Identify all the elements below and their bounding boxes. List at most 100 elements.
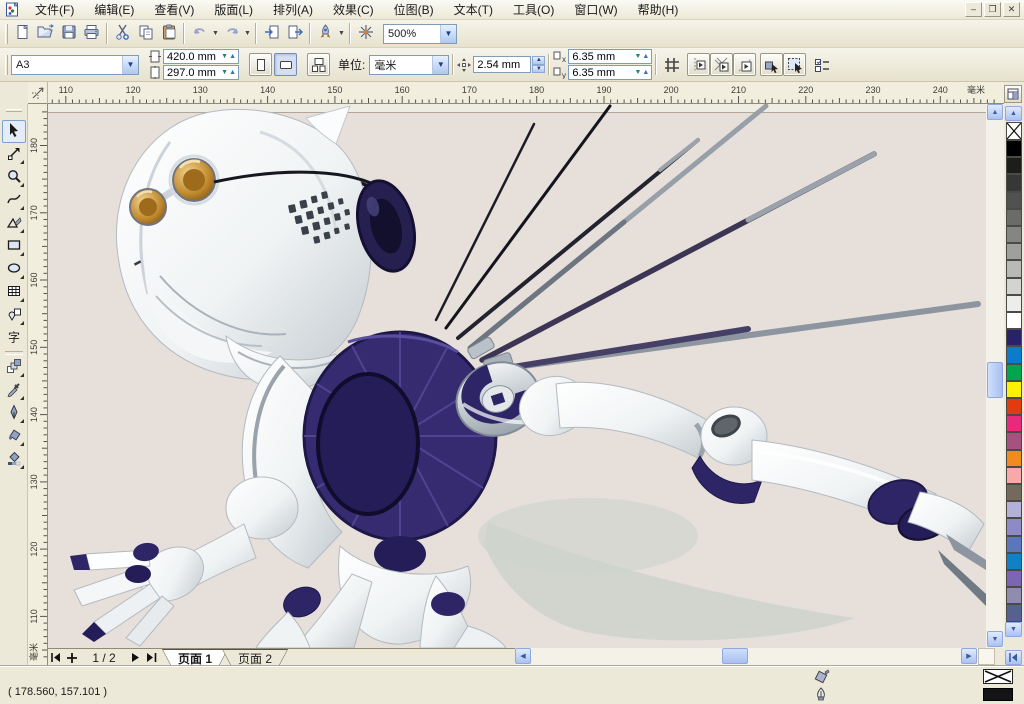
undo-button[interactable] bbox=[188, 22, 211, 45]
marquee-select-button[interactable] bbox=[783, 53, 806, 76]
snap-to-guidelines-button[interactable] bbox=[687, 53, 710, 76]
toolbox-grip[interactable] bbox=[6, 109, 22, 112]
menu-item-6[interactable]: 位图(B) bbox=[384, 0, 444, 21]
next-page-button[interactable] bbox=[128, 650, 144, 665]
palette-expand-button[interactable] bbox=[1005, 650, 1022, 665]
treat-as-filled-button[interactable] bbox=[760, 53, 783, 76]
eyedropper-tool[interactable] bbox=[2, 379, 26, 402]
propbar-grip[interactable] bbox=[5, 55, 8, 75]
duplicate-x-input[interactable] bbox=[569, 51, 632, 63]
color-swatch-f28a1e[interactable] bbox=[1006, 450, 1022, 467]
snap-to-objects-button[interactable] bbox=[710, 53, 733, 76]
duplicate-x-field[interactable]: ▼▲ bbox=[568, 49, 652, 64]
duplicate-y-field[interactable]: ▼▲ bbox=[568, 65, 652, 80]
print-button[interactable] bbox=[80, 22, 103, 45]
color-swatch-9f9f9d[interactable] bbox=[1006, 243, 1022, 260]
zoom-level-combo[interactable]: 500% ▼ bbox=[383, 24, 457, 44]
chevron-down-icon[interactable]: ▼ bbox=[440, 25, 456, 43]
redo-dropdown[interactable]: ▼ bbox=[243, 22, 252, 45]
menu-item-8[interactable]: 工具(O) bbox=[503, 0, 564, 21]
portrait-button[interactable] bbox=[249, 53, 272, 76]
paper-width-input[interactable] bbox=[164, 51, 219, 63]
open-document-button[interactable] bbox=[34, 22, 57, 45]
snap-to-dynamic-guides-button[interactable] bbox=[733, 53, 756, 76]
color-swatch-8d8ac6[interactable] bbox=[1006, 518, 1022, 535]
palette-scroll-down-button[interactable]: ▼ bbox=[1005, 622, 1022, 637]
undo-dropdown[interactable]: ▼ bbox=[211, 22, 220, 45]
nudge-offset-field[interactable] bbox=[473, 56, 531, 73]
scroll-down-button[interactable]: ▼ bbox=[987, 631, 1003, 647]
vertical-scrollbar[interactable]: ▲ ▼ bbox=[986, 104, 1004, 648]
minimize-button[interactable]: – bbox=[965, 2, 982, 17]
menu-item-4[interactable]: 排列(A) bbox=[263, 0, 323, 21]
color-swatch-7a66b4[interactable] bbox=[1006, 570, 1022, 587]
smart-drawing-tool[interactable] bbox=[2, 212, 26, 235]
color-swatch-858583[interactable] bbox=[1006, 226, 1022, 243]
duplicate-y-input[interactable] bbox=[569, 67, 632, 79]
color-swatch-29226b[interactable] bbox=[1006, 329, 1022, 346]
chevron-down-icon[interactable]: ▼ bbox=[432, 56, 448, 74]
units-combo[interactable]: 毫米 ▼ bbox=[369, 55, 449, 75]
new-document-button[interactable] bbox=[11, 22, 34, 45]
color-swatch-d3d3d1[interactable] bbox=[1006, 278, 1022, 295]
shape-tool[interactable] bbox=[2, 143, 26, 166]
paper-width-field[interactable]: ▼▲ bbox=[163, 49, 239, 64]
horizontal-scrollbar[interactable]: ◀ ▶ bbox=[515, 648, 978, 665]
color-swatch-75685c[interactable] bbox=[1006, 484, 1022, 501]
text-tool[interactable]: 字 bbox=[2, 327, 26, 350]
apply-to-all-pages-button[interactable] bbox=[307, 53, 330, 76]
outline-pen-tool[interactable] bbox=[2, 402, 26, 425]
paper-height-field[interactable]: ▼▲ bbox=[163, 65, 239, 80]
color-swatch-373735[interactable] bbox=[1006, 174, 1022, 191]
palette-scroll-up-button[interactable]: ▲ bbox=[1005, 106, 1022, 121]
spinner-arrows-icon[interactable]: ▼▲ bbox=[632, 69, 651, 76]
color-swatch-f8a8a8[interactable] bbox=[1006, 467, 1022, 484]
palette-menu-button[interactable] bbox=[1004, 85, 1022, 103]
copy-button[interactable] bbox=[134, 22, 157, 45]
menu-item-10[interactable]: 帮助(H) bbox=[628, 0, 689, 21]
freehand-tool[interactable] bbox=[2, 189, 26, 212]
menu-item-0[interactable]: 文件(F) bbox=[25, 0, 84, 21]
first-page-button[interactable] bbox=[48, 650, 64, 665]
menu-item-5[interactable]: 效果(C) bbox=[323, 0, 384, 21]
menu-item-2[interactable]: 查看(V) bbox=[144, 0, 204, 21]
nudge-offset-input[interactable] bbox=[474, 59, 530, 71]
pick-tool[interactable] bbox=[2, 120, 26, 143]
color-swatch-1180c4[interactable] bbox=[1006, 553, 1022, 570]
scroll-up-button[interactable]: ▲ bbox=[987, 104, 1003, 120]
zoom-tool[interactable] bbox=[2, 166, 26, 189]
paper-height-input[interactable] bbox=[164, 67, 219, 79]
horizontal-scroll-thumb[interactable] bbox=[722, 648, 748, 664]
interactive-blend-tool[interactable] bbox=[2, 356, 26, 379]
ruler-origin-button[interactable] bbox=[28, 82, 48, 104]
cut-button[interactable] bbox=[111, 22, 134, 45]
last-page-button[interactable] bbox=[144, 650, 160, 665]
toolbar-grip[interactable] bbox=[5, 24, 8, 44]
fill-tool[interactable] bbox=[2, 425, 26, 448]
menu-item-3[interactable]: 版面(L) bbox=[204, 0, 263, 21]
color-swatch-000000[interactable] bbox=[1006, 140, 1022, 157]
color-swatch-e92a7b[interactable] bbox=[1006, 415, 1022, 432]
menu-item-1[interactable]: 编辑(E) bbox=[84, 0, 144, 21]
no-fill-swatch[interactable] bbox=[1006, 122, 1022, 140]
paper-size-combo[interactable]: A3 ▼ bbox=[11, 55, 139, 75]
interactive-fill-tool[interactable] bbox=[2, 448, 26, 471]
scroll-left-button[interactable]: ◀ bbox=[515, 648, 531, 664]
snap-to-grid-button[interactable] bbox=[660, 53, 683, 76]
chevron-down-icon[interactable]: ▼ bbox=[122, 56, 138, 74]
spinner-arrows-icon[interactable]: ▼▲ bbox=[219, 69, 238, 76]
color-swatch-e23b0d[interactable] bbox=[1006, 398, 1022, 415]
color-swatch-ffffff[interactable] bbox=[1006, 312, 1022, 329]
color-swatch-6b6b69[interactable] bbox=[1006, 209, 1022, 226]
rectangle-tool[interactable] bbox=[2, 235, 26, 258]
color-swatch-b5b0da[interactable] bbox=[1006, 501, 1022, 518]
color-swatch-b9b9b7[interactable] bbox=[1006, 260, 1022, 277]
spinner-arrows-icon[interactable]: ▼▲ bbox=[632, 53, 651, 60]
vertical-scroll-thumb[interactable] bbox=[987, 362, 1003, 398]
color-swatch-5b76bb[interactable] bbox=[1006, 536, 1022, 553]
menu-item-7[interactable]: 文本(T) bbox=[444, 0, 503, 21]
color-swatch-00a551[interactable] bbox=[1006, 364, 1022, 381]
color-swatch-fef200[interactable] bbox=[1006, 381, 1022, 398]
drawing-canvas[interactable] bbox=[48, 104, 986, 648]
page-tab-1[interactable]: 页面 1 bbox=[162, 649, 228, 666]
